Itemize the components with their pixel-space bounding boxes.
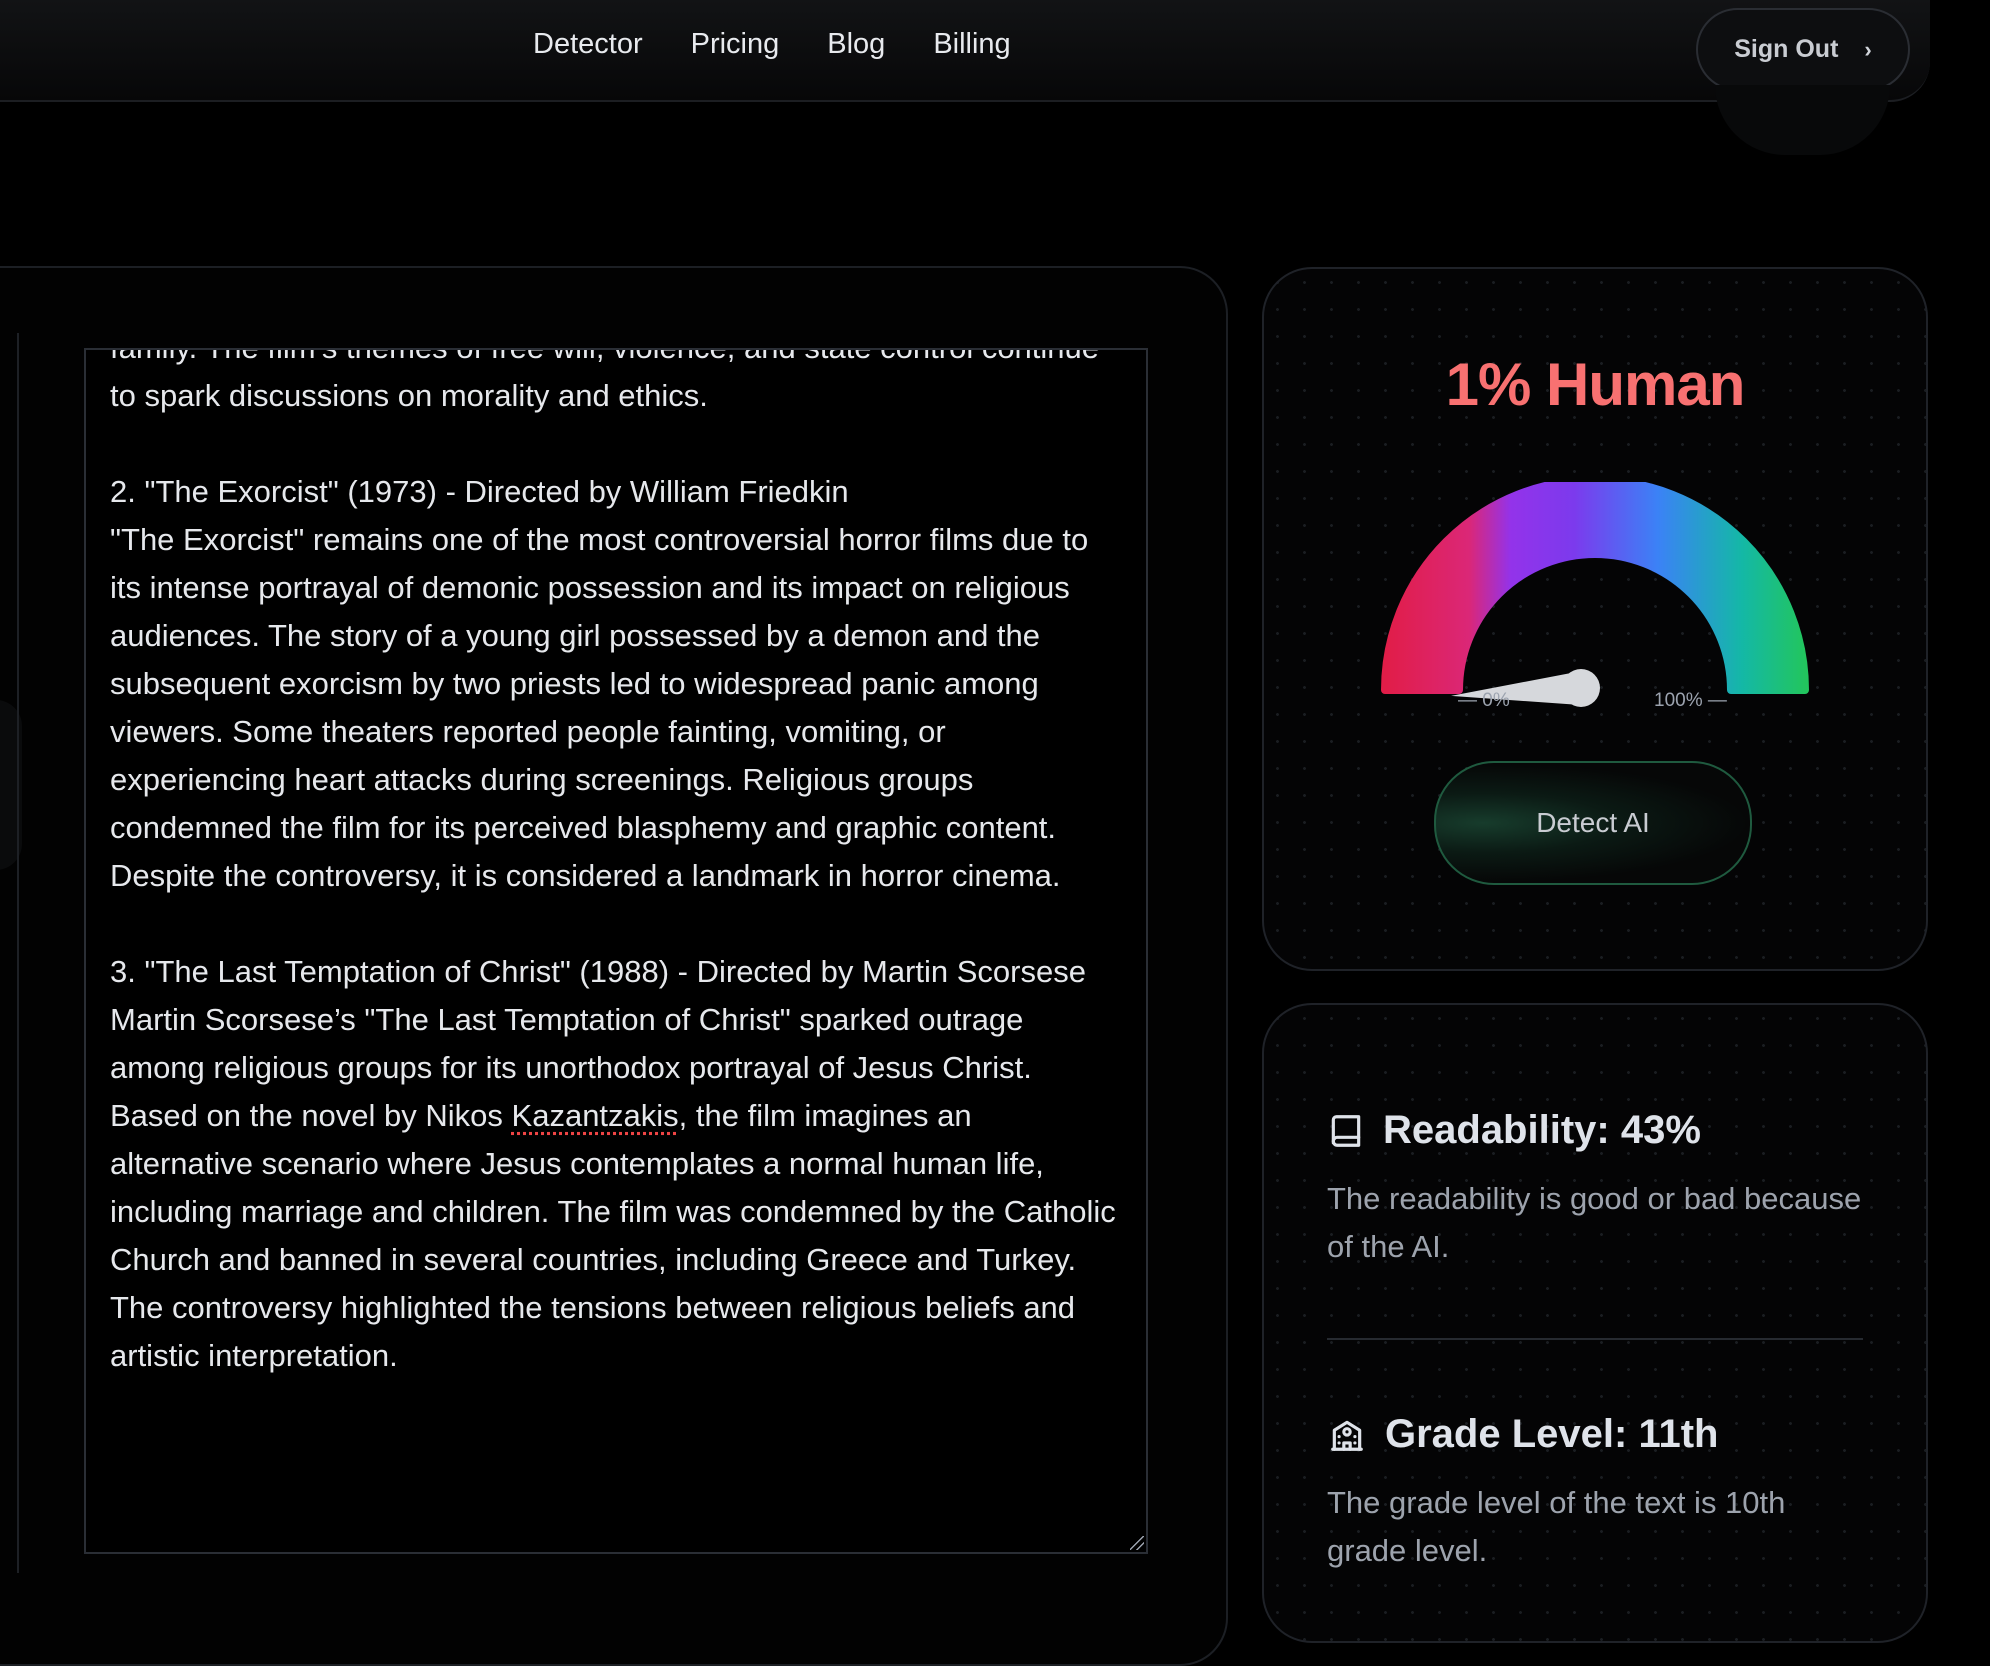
- text-input-area[interactable]: family. The film’s themes of free will, …: [84, 348, 1148, 1554]
- nav-link-blog[interactable]: Blog: [827, 28, 885, 61]
- paragraph-text: , the film imagines an alternative scena…: [110, 1098, 1116, 1373]
- sign-out-button[interactable]: Sign Out ›: [1696, 8, 1910, 91]
- readability-metric: Readability: 43% The readability is good…: [1327, 1108, 1867, 1271]
- gauge-arc: [1381, 482, 1809, 694]
- gauge-max-label: 100% —: [1654, 690, 1727, 711]
- editor-divider: [17, 333, 19, 1573]
- nav-glow-decoration: [1715, 85, 1890, 155]
- human-score-gauge: — 0% 100% —: [1381, 482, 1809, 711]
- misspelled-word[interactable]: Kazantzakis: [512, 1098, 679, 1133]
- nav-link-detector[interactable]: Detector: [533, 28, 643, 61]
- grade-level-metric: Grade Level: 11th The grade level of the…: [1327, 1412, 1867, 1575]
- resize-handle-icon[interactable]: [1130, 1536, 1144, 1550]
- sign-out-label: Sign Out: [1734, 35, 1839, 63]
- nav-link-billing[interactable]: Billing: [933, 28, 1010, 61]
- paragraph: 2. "The Exorcist" (1973) - Directed by W…: [110, 474, 1089, 893]
- grade-level-title: Grade Level: 11th: [1385, 1412, 1719, 1456]
- nav-links: Detector Pricing Blog Billing: [533, 28, 1011, 61]
- metric-divider: [1327, 1338, 1863, 1340]
- gauge-needle-hub: [1562, 669, 1600, 707]
- nav-link-pricing[interactable]: Pricing: [691, 28, 780, 61]
- book-icon: [1331, 1114, 1361, 1147]
- detect-ai-button[interactable]: Detect AI: [1434, 761, 1752, 885]
- score-title: 1% Human: [1262, 350, 1928, 419]
- paragraph: 3. "The Last Temptation of Christ" (1988…: [110, 954, 1086, 989]
- score-title-text: 1% Human: [1445, 351, 1746, 418]
- paragraph: Martin Scorsese’s "The Last Temptation o…: [110, 996, 1120, 1380]
- paragraph: family. The film’s themes of free will, …: [110, 350, 1099, 413]
- readability-title: Readability: 43%: [1383, 1108, 1701, 1152]
- top-navbar: Detector Pricing Blog Billing Sign Out ›: [0, 0, 1930, 102]
- gauge-min-label: — 0%: [1458, 690, 1510, 711]
- text-content: family. The film’s themes of free will, …: [110, 350, 1120, 1428]
- chevron-right-icon: ›: [1864, 36, 1872, 62]
- school-icon: [1331, 1420, 1363, 1451]
- readability-description: The readability is good or bad because o…: [1327, 1181, 1862, 1264]
- grade-level-description: The grade level of the text is 10th grad…: [1327, 1485, 1786, 1568]
